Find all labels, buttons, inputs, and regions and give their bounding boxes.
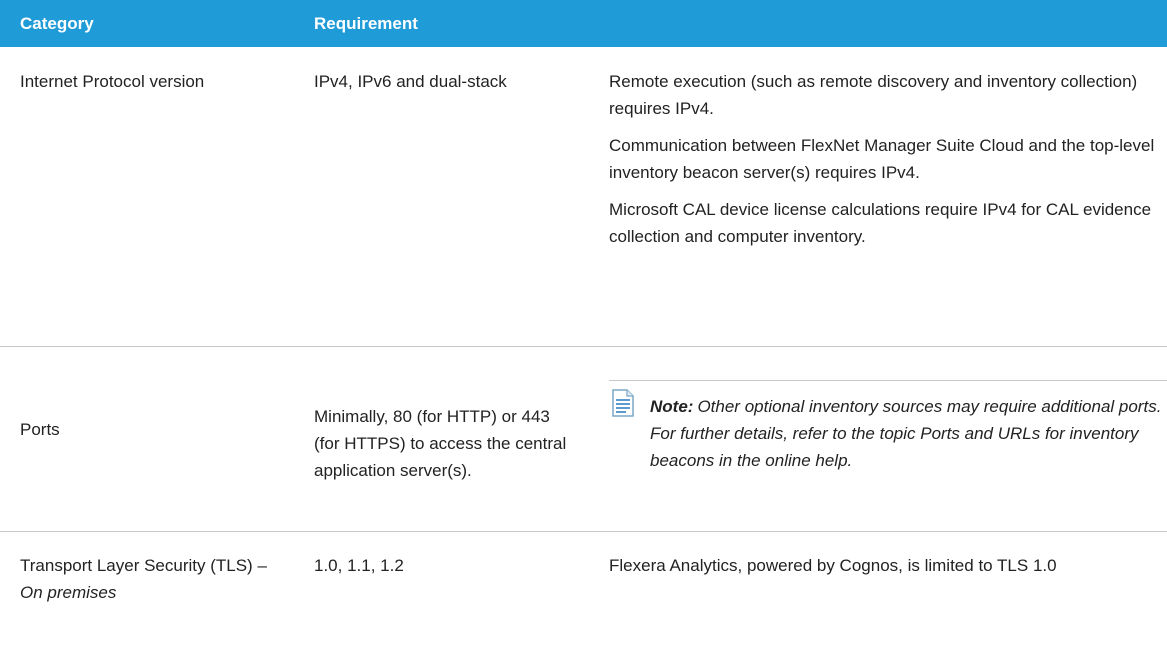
note-paragraph: Communication between FlexNet Manager Su…: [609, 136, 1155, 182]
note-paragraph: Microsoft CAL device license calculation…: [609, 200, 1152, 246]
requirement-cell: Minimally, 80 (for HTTP) or 443 (for HTT…: [314, 407, 567, 480]
note-box: Note: Other optional inventory sources ma…: [609, 380, 1167, 531]
table-header: Category Requirement: [0, 0, 1167, 47]
notes-cell: Flexera Analytics, powered by Cognos, is…: [609, 552, 1157, 579]
requirement-cell: 1.0, 1.1, 1.2: [314, 556, 404, 575]
category-cell: Transport Layer Security (TLS) – On prem…: [20, 552, 270, 606]
note-label: Note:: [650, 397, 694, 416]
category-text: Transport Layer Security (TLS) –: [20, 556, 267, 575]
table-row: Transport Layer Security (TLS) – On prem…: [0, 532, 1167, 662]
table-row: Internet Protocol version IPv4, IPv6 and…: [0, 47, 1167, 347]
note-paragraph: Flexera Analytics, powered by Cognos, is…: [609, 556, 1057, 575]
notes-cell: Remote execution (such as remote discove…: [609, 68, 1157, 250]
requirements-table: Category Requirement Internet Protocol v…: [0, 0, 1167, 662]
category-cell: Ports: [20, 420, 60, 439]
category-qualifier: On premises: [20, 583, 117, 602]
document-note-icon: [612, 389, 634, 417]
table-row: Ports Minimally, 80 (for HTTP) or 443 (f…: [0, 347, 1167, 532]
note-text: Note: Other optional inventory sources ma…: [650, 393, 1162, 474]
note-paragraph: Remote execution (such as remote discove…: [609, 72, 1138, 118]
header-requirement: Requirement: [314, 14, 418, 33]
header-category: Category: [20, 14, 94, 33]
category-cell: Internet Protocol version: [20, 72, 205, 91]
requirement-cell: IPv4, IPv6 and dual-stack: [314, 72, 507, 91]
note-body: Other optional inventory sources may req…: [650, 397, 1162, 470]
